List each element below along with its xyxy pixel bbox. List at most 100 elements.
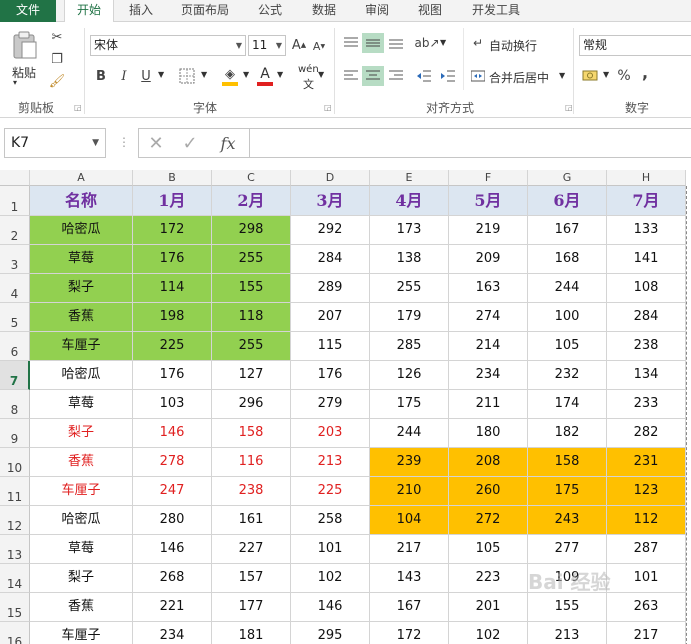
chevron-down-icon[interactable]: ▼ — [201, 70, 207, 79]
enter-icon[interactable]: ✓ — [179, 133, 201, 154]
align-center-button[interactable] — [362, 66, 384, 86]
cell-g11[interactable]: 175 — [528, 477, 607, 506]
cell-h16[interactable]: 217 — [607, 622, 686, 644]
cell-d14[interactable]: 102 — [291, 564, 370, 593]
cell-f16[interactable]: 102 — [449, 622, 528, 644]
decrease-indent-button[interactable] — [414, 66, 434, 86]
row-header-5[interactable]: 5 — [0, 303, 30, 332]
cell-h12[interactable]: 112 — [607, 506, 686, 535]
cell-d9[interactable]: 203 — [291, 419, 370, 448]
cell-e14[interactable]: 143 — [370, 564, 449, 593]
cell-e13[interactable]: 217 — [370, 535, 449, 564]
cell-h15[interactable]: 263 — [607, 593, 686, 622]
tab-review[interactable]: 审阅 — [355, 0, 399, 22]
cell-g2[interactable]: 167 — [528, 216, 607, 245]
cell-a3[interactable]: 草莓 — [30, 245, 133, 274]
cell-c6[interactable]: 255 — [212, 332, 291, 361]
cell-d4[interactable]: 289 — [291, 274, 370, 303]
cell-d2[interactable]: 292 — [291, 216, 370, 245]
italic-button[interactable]: I — [115, 66, 133, 86]
cell-c9[interactable]: 158 — [212, 419, 291, 448]
row-header-13[interactable]: 13 — [0, 535, 30, 564]
font-launcher-icon[interactable]: ◲ — [324, 103, 332, 112]
cell-a2[interactable]: 哈密瓜 — [30, 216, 133, 245]
cell-h3[interactable]: 141 — [607, 245, 686, 274]
row-header-3[interactable]: 3 — [0, 245, 30, 274]
select-all-corner[interactable] — [0, 170, 30, 186]
row-header-6[interactable]: 6 — [0, 332, 30, 361]
cell-f11[interactable]: 260 — [449, 477, 528, 506]
cell-b14[interactable]: 268 — [133, 564, 212, 593]
cell-b2[interactable]: 172 — [133, 216, 212, 245]
paste-dropdown-icon[interactable]: ▾ — [13, 78, 17, 87]
tab-developer[interactable]: 开发工具 — [462, 0, 530, 22]
cell-b15[interactable]: 221 — [133, 593, 212, 622]
chevron-down-icon[interactable]: ▼ — [559, 71, 565, 80]
cell-g7[interactable]: 232 — [528, 361, 607, 390]
cell-b12[interactable]: 280 — [133, 506, 212, 535]
tab-page-layout[interactable]: 页面布局 — [172, 0, 238, 22]
cell-c12[interactable]: 161 — [212, 506, 291, 535]
chevron-down-icon[interactable]: ▼ — [243, 70, 249, 79]
cell-d15[interactable]: 146 — [291, 593, 370, 622]
cell-g10[interactable]: 158 — [528, 448, 607, 477]
chevron-down-icon[interactable]: ▼ — [236, 36, 242, 55]
cell-b9[interactable]: 146 — [133, 419, 212, 448]
row-header-10[interactable]: 10 — [0, 448, 30, 477]
cell-c11[interactable]: 238 — [212, 477, 291, 506]
clipboard-launcher-icon[interactable]: ◲ — [74, 103, 82, 112]
chevron-down-icon[interactable]: ▼ — [318, 70, 324, 79]
cell-b6[interactable]: 225 — [133, 332, 212, 361]
formula-input[interactable] — [249, 128, 691, 158]
cell-a9[interactable]: 梨子 — [30, 419, 133, 448]
cell-g3[interactable]: 168 — [528, 245, 607, 274]
column-header-d[interactable]: D — [291, 170, 370, 186]
font-size-combo[interactable]: 11 ▼ — [248, 35, 286, 56]
cell-a1[interactable]: 名称 — [30, 186, 133, 216]
tab-view[interactable]: 视图 — [408, 0, 452, 22]
cell-h10[interactable]: 231 — [607, 448, 686, 477]
copy-icon[interactable]: ❐ — [48, 50, 66, 68]
cell-h5[interactable]: 284 — [607, 303, 686, 332]
cell-f10[interactable]: 208 — [449, 448, 528, 477]
cell-f12[interactable]: 272 — [449, 506, 528, 535]
tab-formulas[interactable]: 公式 — [248, 0, 292, 22]
cell-c7[interactable]: 127 — [212, 361, 291, 390]
tab-file[interactable]: 文件 — [0, 0, 56, 22]
cell-e11[interactable]: 210 — [370, 477, 449, 506]
cell-e9[interactable]: 244 — [370, 419, 449, 448]
cell-c14[interactable]: 157 — [212, 564, 291, 593]
cell-g12[interactable]: 243 — [528, 506, 607, 535]
insert-function-button[interactable]: fx — [215, 132, 241, 154]
cell-d13[interactable]: 101 — [291, 535, 370, 564]
cell-a12[interactable]: 哈密瓜 — [30, 506, 133, 535]
align-top-button[interactable] — [341, 33, 361, 53]
tab-data[interactable]: 数据 — [302, 0, 346, 22]
row-header-15[interactable]: 15 — [0, 593, 30, 622]
row-header-14[interactable]: 14 — [0, 564, 30, 593]
cell-c16[interactable]: 181 — [212, 622, 291, 644]
cancel-icon[interactable]: ✕ — [145, 133, 167, 154]
row-header-16[interactable]: 16 — [0, 622, 30, 644]
shrink-font-button[interactable]: A ▼ — [311, 38, 327, 54]
column-header-f[interactable]: F — [449, 170, 528, 186]
cell-a8[interactable]: 草莓 — [30, 390, 133, 419]
chevron-down-icon[interactable]: ▼ — [603, 70, 609, 79]
paste-button[interactable] — [8, 28, 42, 62]
number-format-combo[interactable]: 常规 — [579, 35, 691, 56]
cell-d10[interactable]: 213 — [291, 448, 370, 477]
cell-c13[interactable]: 227 — [212, 535, 291, 564]
cell-b10[interactable]: 278 — [133, 448, 212, 477]
row-header-12[interactable]: 12 — [0, 506, 30, 535]
cut-icon[interactable]: ✂ — [48, 28, 66, 46]
cell-d5[interactable]: 207 — [291, 303, 370, 332]
align-middle-button[interactable] — [362, 33, 384, 53]
cell-h13[interactable]: 287 — [607, 535, 686, 564]
cell-a16[interactable]: 车厘子 — [30, 622, 133, 644]
underline-button[interactable]: U — [137, 66, 155, 86]
cell-g6[interactable]: 105 — [528, 332, 607, 361]
cell-h11[interactable]: 123 — [607, 477, 686, 506]
cell-h14[interactable]: 101 — [607, 564, 686, 593]
tab-home[interactable]: 开始 — [64, 0, 114, 23]
cell-c2[interactable]: 298 — [212, 216, 291, 245]
